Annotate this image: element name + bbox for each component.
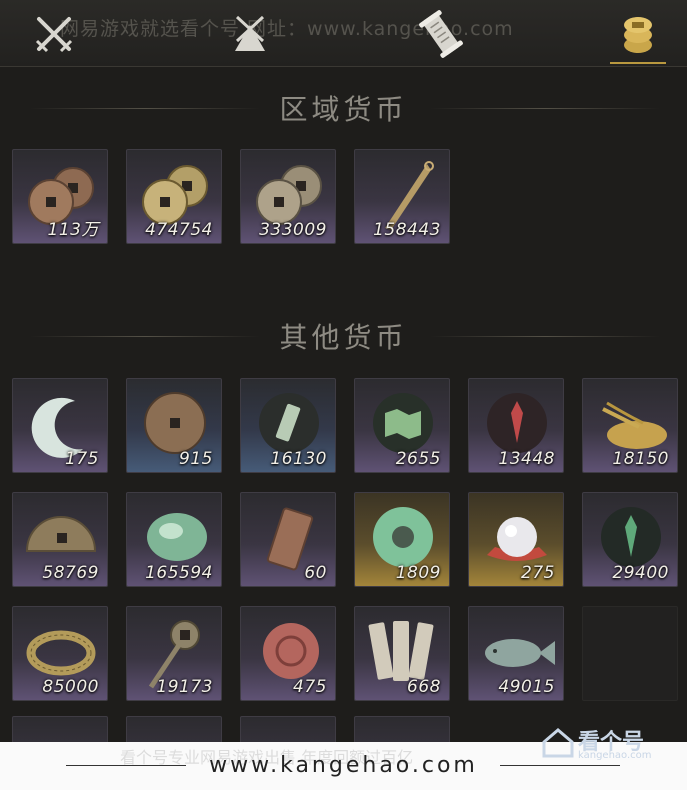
empty-currency-slot[interactable]: [582, 606, 678, 701]
currency-quantity: 475: [293, 677, 327, 697]
currency-slot[interactable]: 275: [468, 492, 564, 587]
currency-quantity: 158443: [373, 220, 441, 240]
tab-scroll[interactable]: [413, 6, 469, 62]
currency-quantity: 275: [521, 563, 555, 583]
currency-slot[interactable]: 19173: [126, 606, 222, 701]
scroll-icon: [419, 10, 463, 58]
currency-quantity: 13448: [498, 449, 555, 469]
currency-slot[interactable]: 915: [126, 378, 222, 473]
currency-quantity: 49015: [498, 677, 555, 697]
currency-quantity: 60: [304, 563, 327, 583]
currency-quantity: 16130: [270, 449, 327, 469]
currency-quantity: 333009: [259, 220, 327, 240]
section-title-other: 其他货币: [279, 321, 408, 354]
currency-slot[interactable]: [12, 716, 108, 742]
crossed-swords-icon: [35, 17, 73, 53]
currency-slot[interactable]: 1809: [354, 492, 450, 587]
currency-slot[interactable]: 18150: [582, 378, 678, 473]
currency-slot[interactable]: 85000: [12, 606, 108, 701]
currency-slot[interactable]: 29400: [582, 492, 678, 587]
currency-quantity: 474754: [145, 220, 213, 240]
top-tab-bar: 网易游戏就选看个号 网址：www.kangehao.com: [0, 0, 687, 67]
currency-slot[interactable]: [354, 716, 450, 742]
house-logo-icon: [542, 728, 574, 758]
currency-quantity: 2655: [395, 449, 441, 469]
currency-quantity: 668: [407, 677, 441, 697]
tab-combat[interactable]: [26, 6, 82, 62]
tab-shop[interactable]: [222, 6, 278, 62]
currency-slot[interactable]: 58769: [12, 492, 108, 587]
currency-slot[interactable]: 13448: [468, 378, 564, 473]
currency-slot[interactable]: 474754: [126, 149, 222, 244]
currency-slot[interactable]: 668: [354, 606, 450, 701]
currency-slot[interactable]: 475: [240, 606, 336, 701]
currency-quantity: 58769: [42, 563, 99, 583]
merchant-cart-icon: [235, 15, 265, 51]
footer-rule-right: [500, 765, 620, 766]
currency-slot[interactable]: [126, 716, 222, 742]
currency-slot[interactable]: 333009: [240, 149, 336, 244]
currency-quantity: 85000: [42, 677, 99, 697]
currency-quantity: 175: [65, 449, 99, 469]
brand-logo: 看个号 kangehao.com: [540, 722, 680, 762]
currency-slot[interactable]: 175: [12, 378, 108, 473]
currency-slot[interactable]: [240, 716, 336, 742]
currency-quantity: 19173: [156, 677, 213, 697]
currency-slot[interactable]: 158443: [354, 149, 450, 244]
currency-slot[interactable]: 113万: [12, 149, 108, 244]
tab-currency[interactable]: [610, 6, 666, 64]
currency-quantity: 1809: [395, 563, 441, 583]
currency-slot[interactable]: 49015: [468, 606, 564, 701]
currency-quantity: 165594: [145, 563, 213, 583]
brand-url: kangehao.com: [578, 750, 652, 761]
currency-stack-icon: [624, 17, 652, 53]
currency-slot[interactable]: 2655: [354, 378, 450, 473]
currency-slot[interactable]: 16130: [240, 378, 336, 473]
currency-quantity: 915: [179, 449, 213, 469]
currency-slot[interactable]: 60: [240, 492, 336, 587]
currency-quantity: 29400: [612, 563, 669, 583]
currency-slot[interactable]: 165594: [126, 492, 222, 587]
currency-quantity: 18150: [612, 449, 669, 469]
section-title-regional: 区域货币: [279, 93, 408, 126]
currency-quantity: 113万: [47, 220, 99, 240]
